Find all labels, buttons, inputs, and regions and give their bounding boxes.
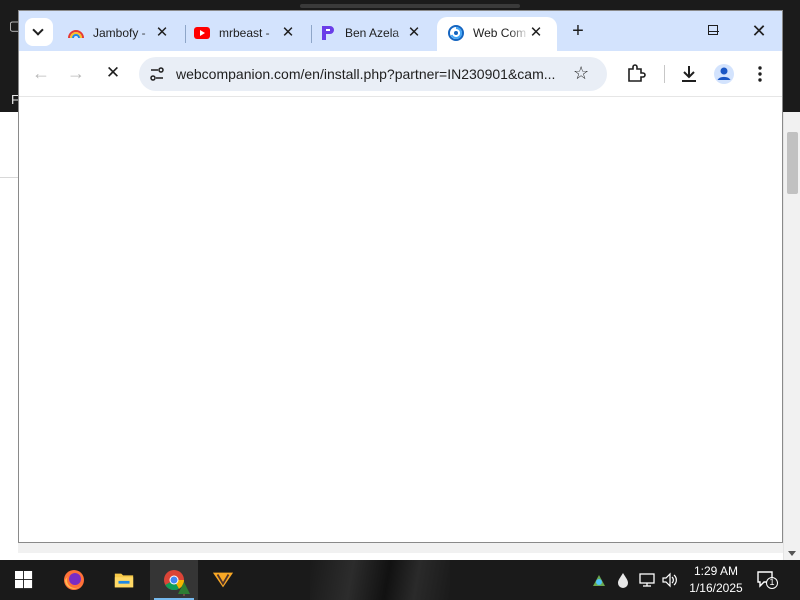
start-button[interactable] <box>0 560 48 600</box>
plus-icon: + <box>572 20 584 42</box>
volume-icon[interactable] <box>662 572 678 588</box>
system-clock[interactable]: 1:29 AM 1/16/2025 <box>684 563 748 597</box>
taskbar-winamp[interactable] <box>200 560 248 600</box>
clock-date: 1/16/2025 <box>689 581 743 595</box>
arrow-right-icon: → <box>67 63 85 83</box>
notification-count-badge: 1 <box>769 577 775 587</box>
windows-logo-icon <box>15 571 33 589</box>
more-menu-icon[interactable] <box>749 63 771 85</box>
extensions-puzzle-icon[interactable] <box>625 63 647 85</box>
url-text[interactable]: webcompanion.com/en/install.php?partner=… <box>176 66 566 82</box>
maximize-icon <box>708 25 718 35</box>
close-icon[interactable]: ✕ <box>527 24 545 42</box>
address-bar[interactable]: webcompanion.com/en/install.php?partner=… <box>139 57 607 91</box>
tab-mrbeast[interactable]: mrbeast - ✕ <box>183 17 309 51</box>
network-icon[interactable] <box>639 572 655 588</box>
christmas-tree-icon <box>178 582 190 596</box>
close-icon[interactable]: ✕ <box>153 24 171 42</box>
rainbow-icon <box>68 30 84 39</box>
background-title-strip <box>300 4 520 8</box>
toolbar-separator <box>664 65 665 83</box>
youtube-icon <box>194 27 210 39</box>
background-scroll-thumb[interactable] <box>787 132 798 194</box>
close-icon[interactable]: ✕ <box>279 24 297 42</box>
tab-strip: Jambofy - ✕ mrbeast - ✕ Ben Azela ✕ Web … <box>19 11 782 51</box>
web-companion-icon <box>448 25 464 41</box>
taskbar: 1:29 AM 1/16/2025 1 <box>0 560 800 600</box>
profile-avatar-icon[interactable] <box>713 63 735 85</box>
tray-app-icon[interactable] <box>591 572 607 588</box>
site-settings-icon <box>150 67 164 81</box>
forward-button[interactable]: → <box>66 63 86 83</box>
arrow-left-icon: ← <box>32 63 50 83</box>
taskbar-file-explorer[interactable] <box>100 560 148 600</box>
file-explorer-icon <box>114 573 134 588</box>
p-logo-icon <box>322 26 334 40</box>
stop-loading-button[interactable]: ✕ <box>103 63 123 83</box>
page-content-blank <box>19 98 782 542</box>
taskbar-chrome[interactable] <box>150 560 198 600</box>
close-icon: ✕ <box>751 21 767 41</box>
background-horizontal-scrollbar[interactable] <box>18 543 783 553</box>
close-icon: ✕ <box>105 63 121 82</box>
clock-time: 1:29 AM <box>693 564 739 578</box>
browser-toolbar: ← → ✕ webcompanion.com/en/install.php?pa… <box>19 51 782 97</box>
chevron-down-icon <box>32 24 44 36</box>
download-icon[interactable] <box>678 63 700 85</box>
browser-window: Jambofy - ✕ mrbeast - ✕ Ben Azela ✕ Web … <box>18 10 783 543</box>
winamp-icon <box>212 572 234 588</box>
window-close-button[interactable]: ✕ <box>736 17 782 45</box>
taskbar-wallpaper-shade <box>310 560 450 600</box>
tab-title: Web Com <box>473 26 527 40</box>
back-button[interactable]: ← <box>31 63 51 83</box>
taskbar-firefox[interactable] <box>50 560 98 600</box>
scroll-down-arrow-icon[interactable] <box>788 551 796 556</box>
tab-ben-azela[interactable]: Ben Azela ✕ <box>309 17 435 51</box>
background-vertical-scrollbar[interactable] <box>783 112 800 560</box>
new-tab-button[interactable]: + <box>568 21 588 41</box>
close-icon[interactable]: ✕ <box>405 24 423 42</box>
action-center-button[interactable]: 1 <box>756 570 778 590</box>
bookmark-star-icon[interactable]: ☆ <box>573 63 589 84</box>
background-divider <box>0 177 20 178</box>
tab-jambofy[interactable]: Jambofy - ✕ <box>57 17 183 51</box>
water-drop-icon[interactable] <box>615 572 631 588</box>
tab-web-companion[interactable]: Web Com ✕ <box>437 17 557 51</box>
tab-search-button[interactable] <box>25 18 53 46</box>
firefox-icon <box>64 570 84 590</box>
restore-button[interactable] <box>690 17 736 45</box>
